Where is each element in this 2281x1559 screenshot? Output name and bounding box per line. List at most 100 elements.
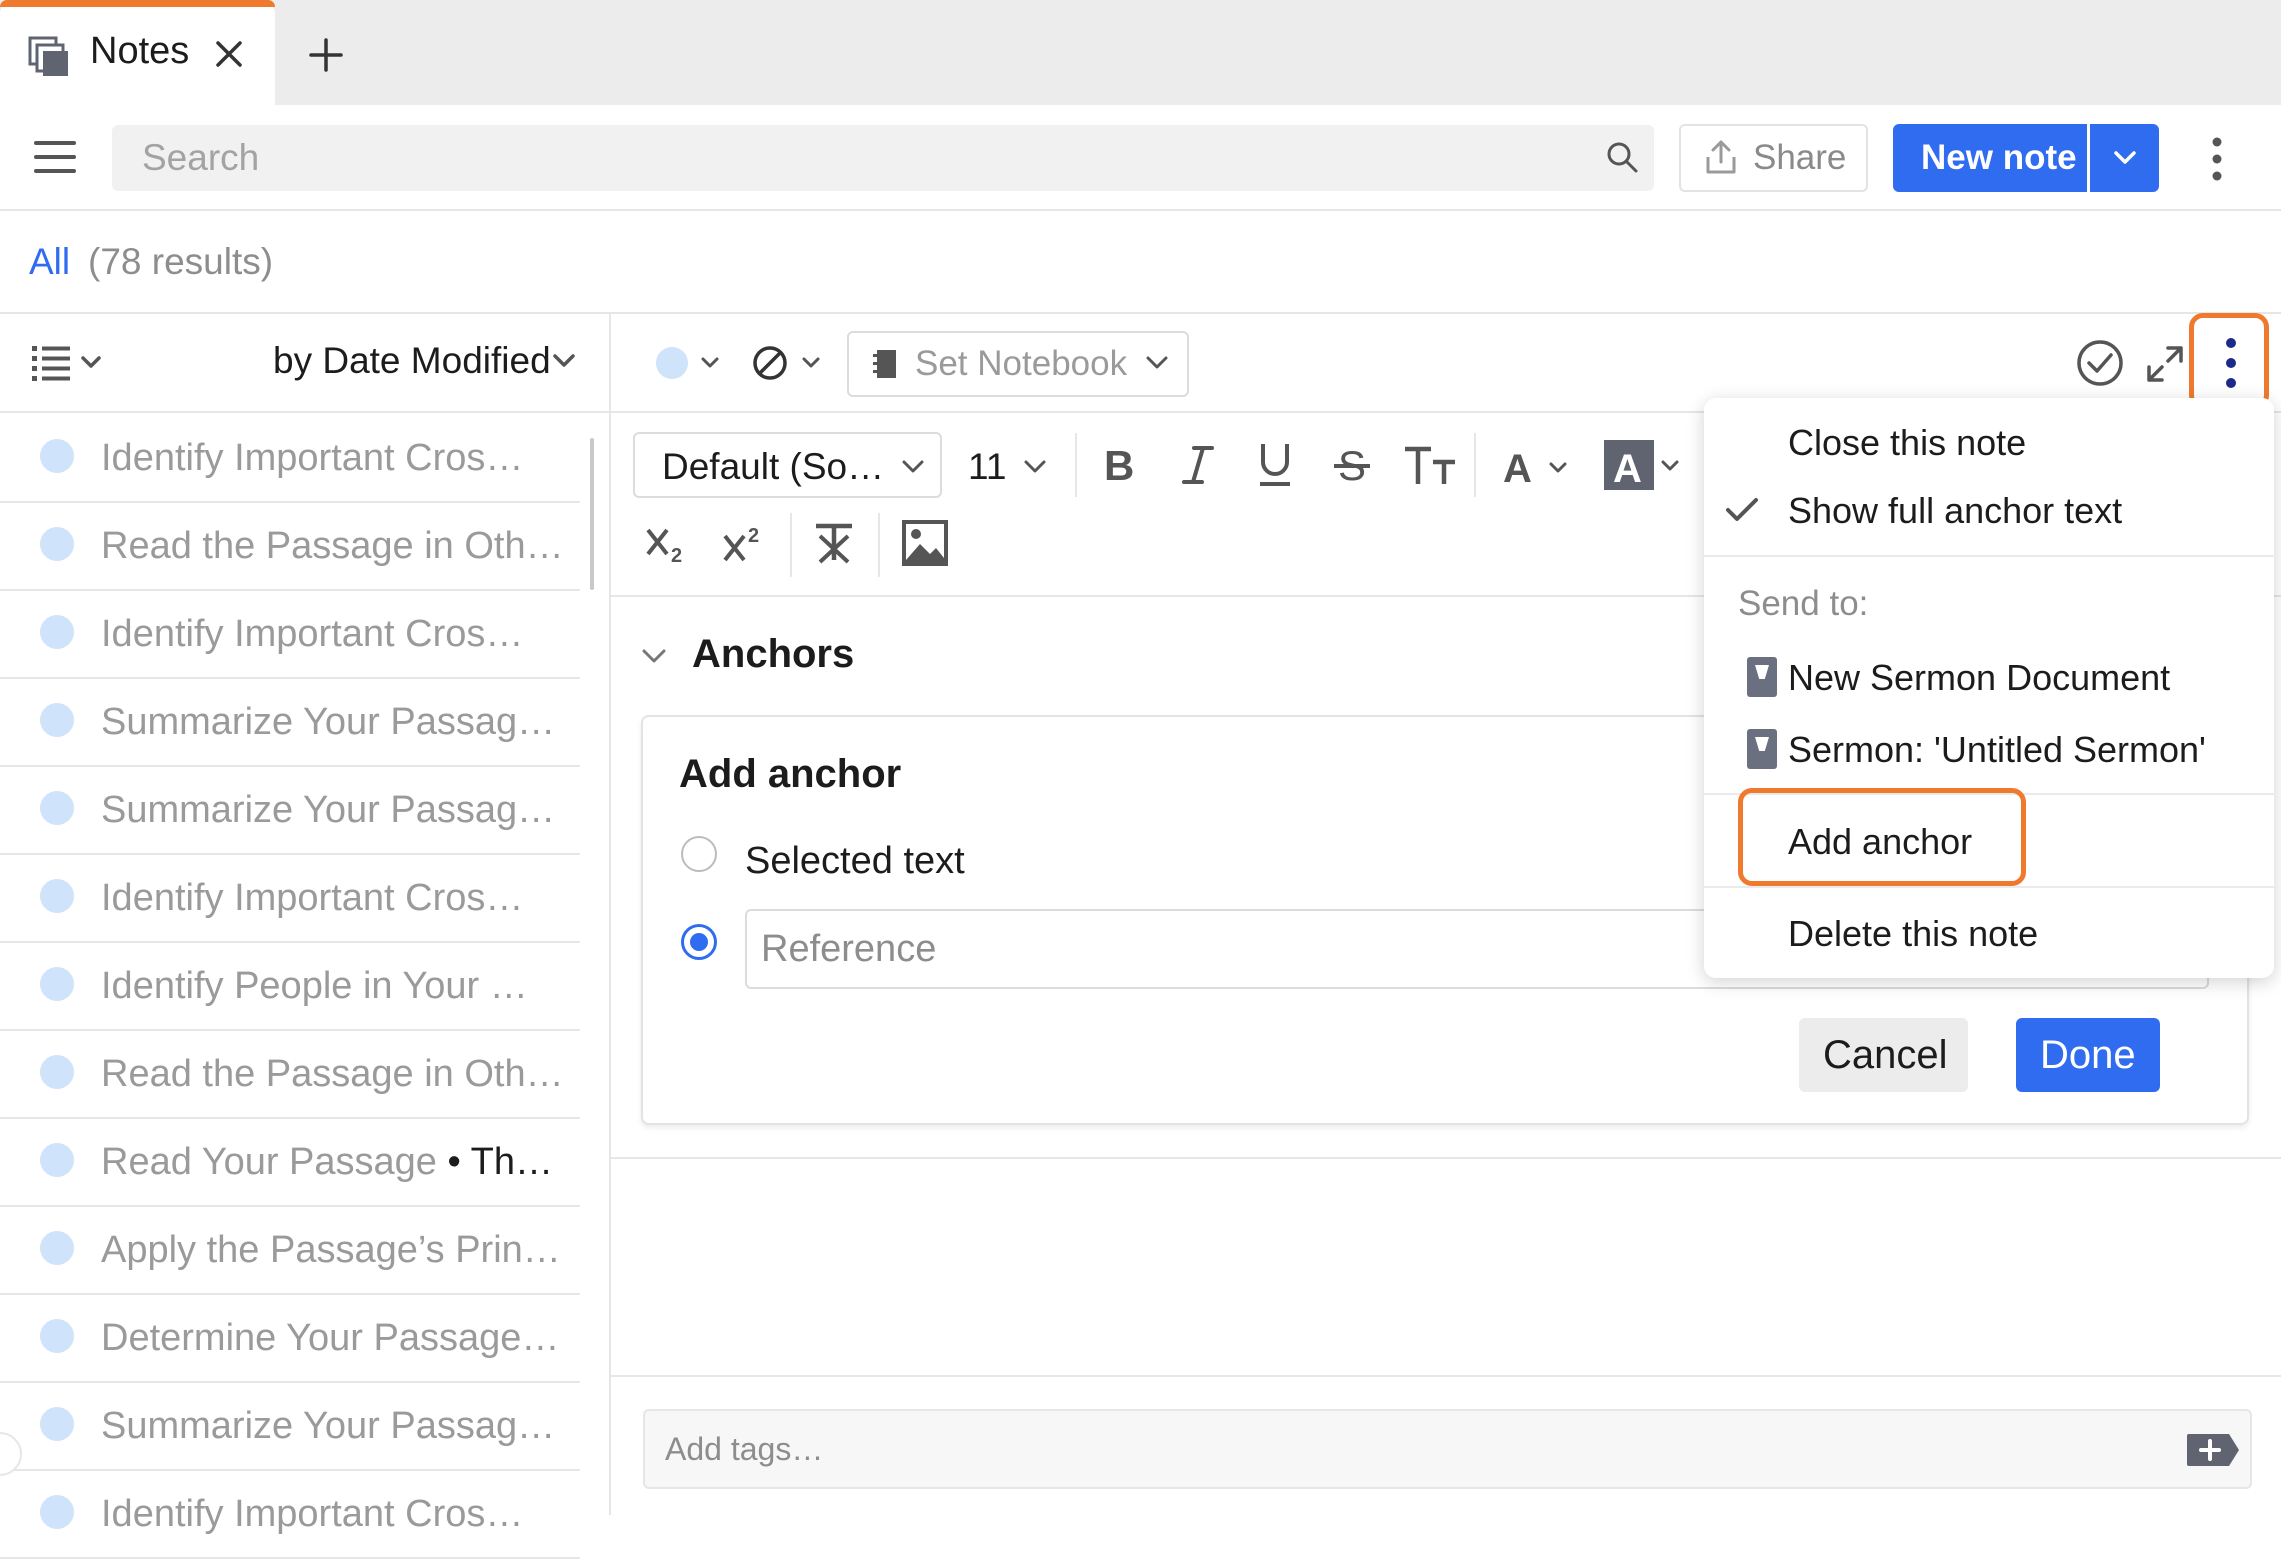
note-title: Read Your Passage • Th… bbox=[101, 1141, 554, 1183]
menu-separator bbox=[1704, 555, 2274, 557]
sermon-document-icon bbox=[1747, 657, 1777, 697]
results-count: (78 results) bbox=[88, 241, 274, 282]
underline-icon[interactable] bbox=[1257, 440, 1293, 490]
highlight-color-icon[interactable]: A bbox=[1604, 440, 1684, 490]
complete-check-icon[interactable] bbox=[2076, 339, 2124, 387]
subscript-icon[interactable]: 2 bbox=[645, 522, 691, 566]
font-family-value: Default (So… bbox=[662, 446, 885, 487]
menu-item-close-note[interactable]: Close this note bbox=[1788, 422, 2026, 464]
text-size-icon[interactable] bbox=[1403, 444, 1457, 488]
chevron-down-icon bbox=[1146, 354, 1168, 372]
list-header-divider bbox=[0, 411, 609, 413]
selected-text-label: Selected text bbox=[745, 840, 965, 882]
list-item[interactable]: Identify People in Your … bbox=[0, 943, 580, 1031]
note-color-picker[interactable] bbox=[655, 345, 729, 381]
chevron-down-icon bbox=[1024, 458, 1046, 476]
list-item[interactable]: Summarize Your Passag… bbox=[0, 767, 580, 855]
search-icon[interactable] bbox=[1606, 141, 1638, 173]
note-color-dot bbox=[40, 1407, 74, 1441]
note-title: Determine Your Passage… bbox=[101, 1317, 560, 1359]
send-to-label: Send to: bbox=[1738, 584, 1869, 623]
toolbar-separator bbox=[1474, 433, 1476, 497]
menu-item-new-sermon-document[interactable]: New Sermon Document bbox=[1788, 657, 2170, 699]
list-scrollbar[interactable] bbox=[590, 438, 594, 590]
highlight-more-options bbox=[2189, 313, 2269, 409]
list-item[interactable]: Identify Important Cros… bbox=[0, 415, 580, 503]
list-item[interactable]: Apply the Passage’s Prin… bbox=[0, 1207, 580, 1295]
cancel-label: Cancel bbox=[1823, 1033, 1948, 1077]
notebook-icon bbox=[872, 348, 898, 380]
note-color-dot bbox=[40, 1143, 74, 1177]
note-color-dot bbox=[40, 1055, 74, 1089]
strikethrough-icon[interactable]: S bbox=[1332, 442, 1372, 488]
no-entry-icon[interactable] bbox=[752, 345, 828, 381]
tags-input[interactable] bbox=[643, 1409, 2252, 1489]
search-input[interactable] bbox=[142, 138, 1542, 178]
share-label: Share bbox=[1753, 138, 1847, 177]
note-title: Identify Important Cros… bbox=[101, 437, 524, 479]
list-item[interactable]: Identify Important Cros… bbox=[0, 855, 580, 943]
list-item[interactable]: Read the Passage in Oth… bbox=[0, 1031, 580, 1119]
list-item[interactable]: Identify Important Cros… bbox=[0, 591, 580, 679]
insert-image-icon[interactable] bbox=[902, 520, 948, 566]
list-item[interactable]: Determine Your Passage… bbox=[0, 1295, 580, 1383]
list-item[interactable]: Identify Important Cros… bbox=[0, 1471, 580, 1559]
menu-item-delete-note[interactable]: Delete this note bbox=[1788, 913, 2038, 955]
note-color-dot bbox=[40, 1319, 74, 1353]
toolbar-separator bbox=[790, 513, 792, 577]
note-color-dot bbox=[40, 791, 74, 825]
note-title: Summarize Your Passag… bbox=[101, 1405, 556, 1447]
note-color-dot bbox=[40, 967, 74, 1001]
menu-item-show-full-anchor[interactable]: Show full anchor text bbox=[1788, 490, 2122, 532]
note-title: Summarize Your Passag… bbox=[101, 701, 556, 743]
sermon-document-icon bbox=[1747, 729, 1777, 769]
tags-divider bbox=[611, 1375, 2281, 1377]
svg-text:2: 2 bbox=[748, 525, 759, 547]
note-color-dot bbox=[40, 527, 74, 561]
note-color-dot bbox=[40, 439, 74, 473]
list-item[interactable]: Read the Passage in Oth… bbox=[0, 503, 580, 591]
note-title: Identify Important Cros… bbox=[101, 877, 524, 919]
list-view-icon[interactable] bbox=[30, 342, 106, 382]
menu-item-untitled-sermon[interactable]: Sermon: 'Untitled Sermon' bbox=[1788, 729, 2206, 771]
done-label: Done bbox=[2040, 1033, 2136, 1077]
italic-icon[interactable] bbox=[1180, 442, 1216, 488]
clear-formatting-icon[interactable] bbox=[812, 520, 856, 566]
note-color-dot bbox=[40, 1231, 74, 1265]
font-color-icon[interactable]: A bbox=[1501, 444, 1575, 488]
anchors-heading: Anchors bbox=[692, 632, 855, 676]
tab-title: Notes bbox=[90, 30, 190, 72]
sort-dropdown[interactable]: by Date Modified bbox=[273, 340, 551, 382]
toolbar-separator bbox=[878, 513, 880, 577]
new-tab-icon[interactable] bbox=[308, 37, 344, 73]
svg-text:B: B bbox=[1104, 442, 1134, 488]
font-size-select[interactable]: 11 bbox=[968, 446, 1006, 488]
close-tab-icon[interactable] bbox=[215, 40, 243, 68]
all-filter-link[interactable]: All bbox=[29, 241, 70, 283]
note-title: Summarize Your Passag… bbox=[101, 789, 556, 831]
more-options-icon[interactable] bbox=[2207, 136, 2227, 182]
note-title: Apply the Passage’s Prin… bbox=[101, 1229, 561, 1271]
highlight-add-anchor bbox=[1738, 788, 2026, 886]
note-color-dot bbox=[40, 879, 74, 913]
svg-text:2: 2 bbox=[671, 545, 682, 566]
bold-icon[interactable]: B bbox=[1102, 442, 1138, 488]
share-icon bbox=[1704, 139, 1738, 175]
list-item[interactable]: Read Your Passage • Th… bbox=[0, 1119, 580, 1207]
svg-text:A: A bbox=[1613, 447, 1642, 490]
anchors-divider bbox=[611, 1157, 2281, 1159]
toolbar-separator bbox=[1075, 433, 1077, 497]
superscript-icon[interactable]: 2 bbox=[722, 522, 768, 566]
new-note-dropdown-button[interactable] bbox=[2090, 124, 2159, 192]
add-anchor-heading: Add anchor bbox=[679, 752, 902, 796]
selected-text-radio[interactable] bbox=[681, 836, 717, 872]
expand-icon[interactable] bbox=[2146, 345, 2184, 383]
list-item[interactable]: Summarize Your Passag… bbox=[0, 679, 580, 767]
add-tag-icon[interactable] bbox=[2185, 1432, 2241, 1468]
list-item[interactable]: Summarize Your Passag… bbox=[0, 1383, 580, 1471]
note-title: Read the Passage in Oth… bbox=[101, 525, 564, 567]
collapse-anchors-icon[interactable] bbox=[641, 646, 667, 666]
active-tab-indicator bbox=[0, 0, 275, 7]
note-color-dot bbox=[40, 1495, 74, 1529]
hamburger-menu-icon[interactable] bbox=[34, 139, 76, 175]
